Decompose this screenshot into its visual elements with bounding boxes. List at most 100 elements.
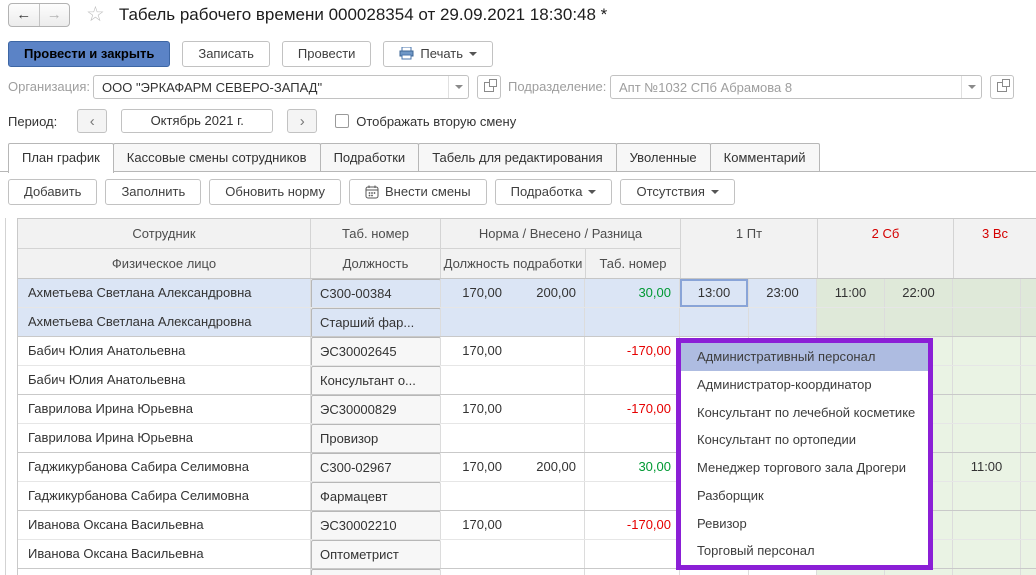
day-cell[interactable]	[680, 308, 749, 336]
day-cell[interactable]: 11:00	[953, 453, 1021, 481]
cell-employee[interactable]: Гаврилова Ирина Юрьевна	[18, 424, 311, 452]
period-value-field[interactable]: Октябрь 2021 г.	[121, 109, 273, 133]
day-cell[interactable]	[1021, 279, 1036, 307]
table-row[interactable]: Ахметьева Светлана Александровна С300-00…	[18, 279, 1036, 308]
cell-norm[interactable]: 170,00	[440, 395, 510, 423]
day-cell[interactable]	[1021, 453, 1036, 481]
tab-tabel-redaktirovanie[interactable]: Табель для редактирования	[418, 143, 616, 171]
cell-norm[interactable]: 170,00	[440, 337, 510, 365]
day-cell[interactable]	[817, 308, 885, 336]
cell-diff[interactable]	[585, 540, 680, 568]
department-open-button[interactable]	[990, 75, 1014, 99]
cell-diff[interactable]	[585, 308, 680, 336]
cell-diff[interactable]: -170,00	[585, 337, 680, 365]
day-cell[interactable]	[1021, 337, 1036, 365]
cell-employee[interactable]: Иванова Оксана Васильевна	[18, 540, 311, 568]
cell-diff[interactable]: -170,00	[585, 395, 680, 423]
dropdown-item[interactable]: Администратор-координатор	[681, 371, 928, 399]
day-cell[interactable]	[953, 540, 1021, 568]
cell-position[interactable]: Оптометрист	[311, 540, 441, 568]
cell-diff[interactable]	[585, 482, 680, 510]
save-button[interactable]: Записать	[182, 41, 270, 67]
cell-norm[interactable]	[440, 482, 510, 510]
cell-entered[interactable]	[510, 540, 585, 568]
day-cell[interactable]	[1021, 482, 1036, 510]
cell-tab-number[interactable]: ЭС30000829	[311, 395, 441, 423]
post-and-close-button[interactable]: Провести и закрыть	[8, 41, 170, 67]
dropdown-item[interactable]: Административный персонал	[681, 343, 928, 371]
cell-tab-number[interactable]: С300-02967	[311, 453, 441, 481]
day-cell[interactable]	[1021, 366, 1036, 394]
cell-entered[interactable]: 200,00	[510, 453, 585, 481]
tab-plan-grafik[interactable]: План график	[8, 143, 114, 173]
back-arrow-icon[interactable]: ←	[9, 4, 39, 26]
organization-open-button[interactable]	[477, 75, 501, 99]
dropdown-item[interactable]: Ревизор	[681, 510, 928, 538]
second-shift-checkbox-label[interactable]: Отображать вторую смену	[356, 114, 516, 129]
day-cell[interactable]: 23:00	[749, 279, 817, 307]
day-cell[interactable]: 13:00	[680, 279, 749, 307]
cell-entered[interactable]	[510, 424, 585, 452]
cell-position[interactable]: Старший фар...	[311, 308, 441, 336]
table-row[interactable]: Ахметьева Светлана Александровна Старший…	[18, 308, 1036, 337]
day-cell[interactable]	[1021, 540, 1036, 568]
cell-norm[interactable]	[440, 308, 510, 336]
cell-norm[interactable]: 170,00	[440, 279, 510, 307]
cell-norm[interactable]: 170,00	[440, 453, 510, 481]
cell-employee[interactable]: Гаджикурбанова Сабира Селимовна	[18, 482, 311, 510]
cell-norm[interactable]	[440, 424, 510, 452]
cell-entered[interactable]	[510, 366, 585, 394]
day-cell[interactable]	[885, 308, 953, 336]
previous-period-button[interactable]: ‹	[77, 109, 107, 133]
cell-diff[interactable]	[585, 424, 680, 452]
cell-entered[interactable]	[510, 511, 585, 539]
department-input[interactable]: Апт №1032 СПб Абрамова 8	[610, 75, 982, 99]
tab-uvolennye[interactable]: Уволенные	[616, 143, 711, 171]
cell-employee[interactable]: Гаджикурбанова Сабира Селимовна	[18, 453, 311, 481]
day-cell[interactable]	[749, 308, 817, 336]
absences-menu-button[interactable]: Отсутствия	[620, 179, 734, 205]
cell-diff[interactable]: 30,00	[585, 453, 680, 481]
tab-kassovye-smeny[interactable]: Кассовые смены сотрудников	[113, 143, 321, 171]
day-cell[interactable]	[953, 511, 1021, 539]
next-period-button[interactable]: ›	[287, 109, 317, 133]
dropdown-item[interactable]: Консультант по ортопедии	[681, 426, 928, 454]
cell-employee[interactable]: Бабич Юлия Анатольевна	[18, 337, 311, 365]
cell-tab-number[interactable]: ЭС30002210	[311, 511, 441, 539]
enter-shifts-button[interactable]: Внести смены	[349, 179, 487, 205]
dropdown-item[interactable]: Торговый персонал	[681, 537, 928, 565]
nav-history-group[interactable]: ← →	[8, 3, 70, 27]
cell-position[interactable]: Провизор	[311, 424, 441, 452]
organization-value[interactable]: ООО "ЭРКАФАРМ СЕВЕРО-ЗАПАД"	[94, 80, 448, 95]
cell-entered[interactable]	[510, 337, 585, 365]
cell-position[interactable]: Консультант о...	[311, 366, 441, 394]
cell-employee[interactable]: Ахметьева Светлана Александровна	[18, 279, 311, 307]
post-button[interactable]: Провести	[282, 41, 372, 67]
day-cell[interactable]	[953, 308, 1021, 336]
fill-button[interactable]: Заполнить	[105, 179, 201, 205]
dropdown-item[interactable]: Разборщик	[681, 482, 928, 510]
day-cell[interactable]	[953, 482, 1021, 510]
day-cell[interactable]	[953, 337, 1021, 365]
dropdown-item[interactable]: Консультант по лечебной косметике	[681, 399, 928, 427]
day-cell[interactable]: 22:00	[885, 279, 953, 307]
update-norm-button[interactable]: Обновить норму	[209, 179, 341, 205]
day-cell[interactable]	[953, 395, 1021, 423]
organization-input[interactable]: ООО "ЭРКАФАРМ СЕВЕРО-ЗАПАД"	[93, 75, 469, 99]
day-cell[interactable]	[953, 366, 1021, 394]
cell-entered[interactable]	[510, 482, 585, 510]
cell-norm[interactable]	[440, 540, 510, 568]
second-shift-checkbox[interactable]	[335, 114, 349, 128]
cell-entered[interactable]	[510, 395, 585, 423]
day-cell[interactable]	[1021, 424, 1036, 452]
dropdown-item[interactable]: Менеджер торгового зала Дрогери	[681, 454, 928, 482]
cell-diff[interactable]: -170,00	[585, 511, 680, 539]
cell-diff[interactable]: 30,00	[585, 279, 680, 307]
cell-tab-number[interactable]: ЭС30002645	[311, 337, 441, 365]
print-button[interactable]: Печать	[383, 41, 493, 67]
chevron-down-icon[interactable]	[961, 76, 981, 98]
cell-entered[interactable]	[510, 308, 585, 336]
forward-arrow-icon[interactable]: →	[39, 4, 70, 26]
cell-diff[interactable]	[585, 366, 680, 394]
chevron-down-icon[interactable]	[448, 76, 468, 98]
